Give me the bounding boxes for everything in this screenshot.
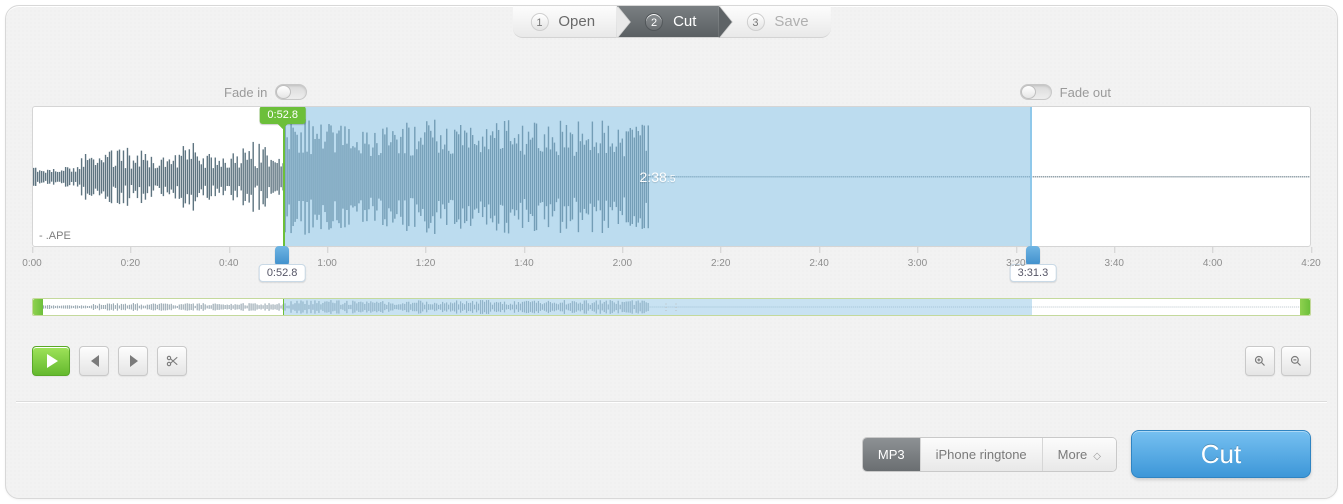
skip-forward-icon — [127, 355, 139, 367]
step-number: 3 — [746, 13, 764, 31]
step-label: Save — [774, 13, 808, 30]
timeline-ruler: 0:52.8 3:31.3 0:000:200:401:001:201:402:… — [32, 250, 1311, 284]
tick: 0:00 — [22, 250, 41, 269]
tick: 0:40 — [219, 250, 238, 269]
format-iphone-ringtone[interactable]: iPhone ringtone — [920, 438, 1042, 471]
fade-out-toggle[interactable] — [1020, 84, 1052, 100]
overview-cap-right[interactable] — [1300, 299, 1310, 315]
tick: 0:20 — [121, 250, 140, 269]
skip-back-icon — [88, 355, 100, 367]
tick: 4:20 — [1301, 250, 1320, 269]
overview-grip-icon: ⋮⋮ — [662, 302, 682, 313]
step-label: Open — [558, 13, 595, 30]
start-handle-label: 0:52.8 — [259, 264, 306, 282]
bottom-bar: MP3 iPhone ringtone More◇ Cut — [862, 430, 1311, 478]
audio-cutter-app: 1 Open 2 Cut 3 Save Fade in Fade out — [5, 5, 1338, 499]
start-time-tag: 0:52.8 — [259, 106, 306, 124]
zoom-out-button[interactable] — [1281, 346, 1311, 376]
tick: 3:20 — [1006, 250, 1025, 269]
format-segmented-control: MP3 iPhone ringtone More◇ — [862, 437, 1117, 472]
scissors-button[interactable] — [157, 346, 187, 376]
fade-out-label: Fade out — [1060, 85, 1111, 100]
tick: 3:40 — [1104, 250, 1123, 269]
file-extension-label: - .APE — [39, 230, 71, 242]
tick: 2:40 — [809, 250, 828, 269]
skip-forward-button[interactable] — [118, 346, 148, 376]
zoom-in-icon — [1254, 353, 1266, 369]
step-label: Cut — [673, 13, 696, 30]
format-more[interactable]: More◇ — [1042, 438, 1116, 471]
tick: 1:00 — [317, 250, 336, 269]
fade-in-label: Fade in — [224, 85, 267, 100]
toggle-knob — [1021, 85, 1036, 99]
tick: 4:00 — [1203, 250, 1222, 269]
step-number: 2 — [645, 13, 663, 31]
cut-button[interactable]: Cut — [1131, 430, 1311, 478]
toggle-knob — [276, 85, 291, 99]
fade-in-toggle[interactable] — [275, 84, 307, 100]
tick: 3:00 — [908, 250, 927, 269]
zoom-in-button[interactable] — [1245, 346, 1275, 376]
zoom-controls — [1245, 346, 1311, 376]
tick: 1:20 — [416, 250, 435, 269]
step-save[interactable]: 3 Save — [718, 6, 830, 38]
step-open[interactable]: 1 Open — [512, 6, 617, 38]
play-button[interactable] — [32, 346, 70, 376]
waveform-panel[interactable]: 2:38.5 0:52.8 - .APE — [32, 106, 1311, 247]
tick: 2:00 — [613, 250, 632, 269]
overview-cap-left[interactable] — [33, 299, 43, 315]
skip-back-button[interactable] — [79, 346, 109, 376]
zoom-out-icon — [1290, 353, 1302, 369]
step-cut[interactable]: 2 Cut — [617, 6, 718, 38]
tick: 2:20 — [711, 250, 730, 269]
tick: 1:40 — [514, 250, 533, 269]
step-number: 1 — [530, 13, 548, 31]
steps-bar: 1 Open 2 Cut 3 Save — [512, 6, 830, 38]
selection-duration: 2:38.5 — [640, 169, 676, 185]
overview-bar[interactable]: ⋮⋮ — [32, 298, 1311, 316]
dropdown-caret-icon: ◇ — [1093, 451, 1101, 462]
overview-selection[interactable] — [283, 299, 1033, 315]
selection-region[interactable]: 2:38.5 — [283, 107, 1033, 246]
section-divider — [16, 401, 1327, 402]
scissors-icon — [166, 353, 178, 369]
selection-start-handle[interactable]: 0:52.8 — [275, 246, 289, 266]
play-icon — [47, 354, 58, 368]
selection-end-handle[interactable]: 3:31.3 — [1026, 246, 1040, 266]
format-mp3[interactable]: MP3 — [863, 438, 920, 471]
fade-row: Fade in Fade out — [32, 84, 1311, 100]
playback-controls — [32, 346, 187, 376]
